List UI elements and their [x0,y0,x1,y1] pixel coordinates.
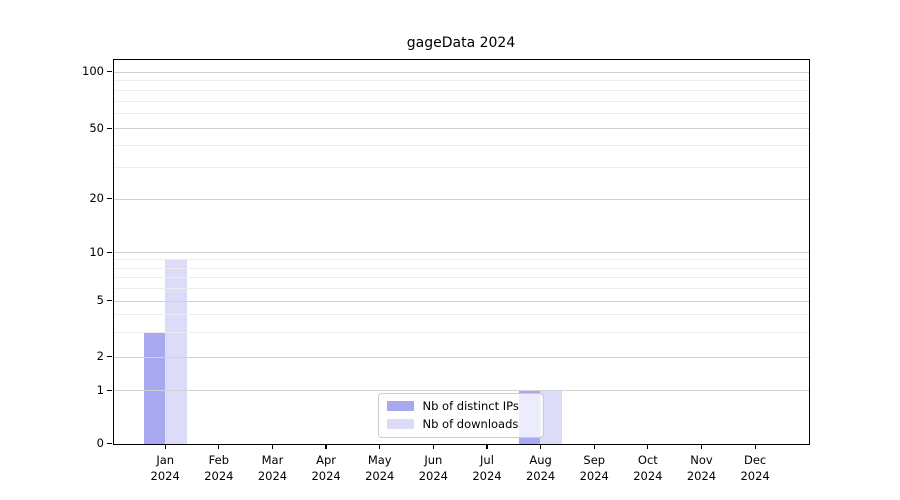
legend-label-distinct-ips: Nb of distinct IPs [423,399,519,413]
y-minor-gridline [114,113,809,114]
y-tick-mark [107,252,112,253]
legend-label-downloads: Nb of downloads [423,417,519,431]
y-tick-label: 5 [36,293,104,308]
y-tick-mark [107,300,112,301]
x-tick-label-month: Aug [513,452,569,468]
legend-row-distinct-ips: Nb of distinct IPs [387,399,535,414]
x-tick-mark [701,445,702,449]
y-minor-gridline [114,268,809,269]
y-major-gridline [114,357,809,358]
x-tick-label: Nov2024 [674,452,730,484]
x-tick-label: May2024 [352,452,408,484]
y-major-gridline [114,128,809,129]
y-tick-label: 50 [36,121,104,136]
x-tick-mark [540,445,541,449]
x-tick-label: Jul2024 [459,452,515,484]
x-tick-mark [594,445,595,449]
x-tick-label-year: 2024 [352,468,408,484]
y-minor-gridline [114,167,809,168]
y-tick-label: 100 [36,64,104,79]
y-minor-gridline [114,101,809,102]
x-tick-label-month: Feb [191,452,247,468]
x-tick-label-year: 2024 [405,468,461,484]
x-tick-label-year: 2024 [244,468,300,484]
y-tick-label: 10 [36,245,104,260]
x-tick-label: Feb2024 [191,452,247,484]
y-tick-label: 2 [36,349,104,364]
x-tick-label-month: Oct [620,452,676,468]
y-major-gridline [114,390,809,391]
figure-canvas: gageData 2024 Nb of distinct IPs Nb of d… [0,0,900,500]
x-tick-mark [165,445,166,449]
legend: Nb of distinct IPs Nb of downloads [378,393,544,438]
x-tick-label-month: Nov [674,452,730,468]
x-tick-label-year: 2024 [137,468,193,484]
y-minor-gridline [114,277,809,278]
y-major-gridline [114,72,809,73]
x-tick-label-month: Apr [298,452,354,468]
y-tick-mark [107,71,112,72]
x-tick-mark [272,445,273,449]
chart-title: gageData 2024 [112,35,810,51]
y-minor-gridline [114,314,809,315]
x-tick-label-month: Dec [727,452,783,468]
y-major-gridline [114,252,809,253]
plot-inner [114,60,809,444]
x-tick-label: Aug2024 [513,452,569,484]
x-tick-label-year: 2024 [459,468,515,484]
y-major-gridline [114,301,809,302]
y-minor-gridline [114,332,809,333]
x-tick-mark [755,445,756,449]
y-tick-mark [107,443,112,444]
y-tick-mark [107,198,112,199]
x-tick-mark [218,445,219,449]
y-tick-label: 1 [36,383,104,398]
x-tick-label-month: Jan [137,452,193,468]
x-tick-mark [379,445,380,449]
x-tick-label-month: Jul [459,452,515,468]
plot-area: Nb of distinct IPs Nb of downloads [113,59,810,445]
y-tick-mark [107,128,112,129]
x-tick-label-month: Sep [566,452,622,468]
y-minor-gridline [114,259,809,260]
x-tick-label-month: May [352,452,408,468]
x-tick-mark [486,445,487,449]
legend-row-downloads: Nb of downloads [387,417,535,432]
x-tick-mark [647,445,648,449]
x-tick-label-year: 2024 [727,468,783,484]
y-tick-mark [107,390,112,391]
bar-downloads-aug [540,390,562,444]
y-tick-label: 0 [36,436,104,451]
y-minor-gridline [114,288,809,289]
y-major-gridline [114,199,809,200]
x-tick-label: Mar2024 [244,452,300,484]
x-tick-label-year: 2024 [191,468,247,484]
y-minor-gridline [114,145,809,146]
x-tick-mark [433,445,434,449]
x-tick-label-year: 2024 [513,468,569,484]
y-minor-gridline [114,80,809,81]
x-tick-label-year: 2024 [566,468,622,484]
x-tick-label-year: 2024 [298,468,354,484]
y-minor-gridline [114,90,809,91]
bar-distinct-ips-jan [144,332,166,444]
x-tick-label-year: 2024 [674,468,730,484]
x-tick-label-month: Mar [244,452,300,468]
x-tick-label: Oct2024 [620,452,676,484]
legend-swatch-downloads [387,419,414,429]
y-tick-mark [107,356,112,357]
x-tick-label: Jun2024 [405,452,461,484]
x-tick-label-month: Jun [405,452,461,468]
y-tick-label: 20 [36,191,104,206]
x-tick-mark [325,445,326,449]
x-tick-label: Sep2024 [566,452,622,484]
x-tick-label-year: 2024 [620,468,676,484]
legend-swatch-distinct-ips [387,401,414,411]
x-tick-label: Apr2024 [298,452,354,484]
x-tick-label: Jan2024 [137,452,193,484]
x-tick-label: Dec2024 [727,452,783,484]
